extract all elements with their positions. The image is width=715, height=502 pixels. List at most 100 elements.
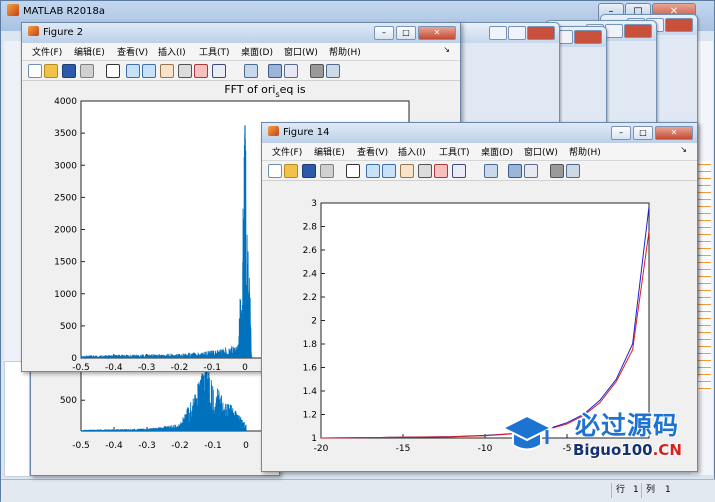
main-title: MATLAB R2018a xyxy=(23,6,106,17)
figure-2-title-bar[interactable]: Figure 2 – □ ✕ xyxy=(22,23,460,43)
fig14-ytick-label: 2.6 xyxy=(303,246,318,256)
zoom-in-icon[interactable] xyxy=(366,164,380,178)
minimize-button[interactable]: – xyxy=(374,26,394,40)
brush-icon[interactable] xyxy=(452,164,466,178)
fig2-title-main: FFT of ori xyxy=(224,83,275,96)
fig14-ytick-label: 1.4 xyxy=(303,387,318,397)
back-xtick-label: -0.5 xyxy=(72,441,90,451)
menu-item-1[interactable]: 编辑(E) xyxy=(74,45,105,58)
fig2-ytick-label: 3500 xyxy=(54,129,77,139)
figure-14-title: Figure 14 xyxy=(283,127,330,138)
menu-item-2[interactable]: 查看(V) xyxy=(357,145,388,158)
menu-item-1[interactable]: 编辑(E) xyxy=(314,145,345,158)
fig2-ytick-label: 3000 xyxy=(54,161,77,171)
fig14-ytick-label: 3 xyxy=(311,199,317,209)
fig14-xtick-label: -10 xyxy=(478,444,493,454)
menu-item-3[interactable]: 插入(I) xyxy=(158,45,186,58)
show-tools-icon[interactable] xyxy=(566,164,580,178)
fig2-ytick-label: 1500 xyxy=(54,258,77,268)
hide-tools-icon[interactable] xyxy=(310,64,324,78)
menu-item-2[interactable]: 查看(V) xyxy=(117,45,148,58)
figure-icon xyxy=(268,126,279,136)
menu-item-0[interactable]: 文件(F) xyxy=(32,45,62,58)
data-cursor-icon[interactable] xyxy=(434,164,448,178)
fig14-ytick-label: 2.2 xyxy=(303,293,317,303)
fig2-xtick-label: -0.4 xyxy=(105,363,123,371)
legend-icon[interactable] xyxy=(524,164,538,178)
zoom-out-icon[interactable] xyxy=(142,64,156,78)
watermark-en-tail: .CN xyxy=(652,441,682,459)
show-tools-icon[interactable] xyxy=(326,64,340,78)
fig2-xtick-label: -0.5 xyxy=(72,363,90,371)
link-plot-icon[interactable] xyxy=(484,164,498,178)
menubar-dock-icon[interactable]: ↘ xyxy=(443,45,450,54)
fig14-ytick-label: 2 xyxy=(311,317,317,327)
menu-item-7[interactable]: 帮助(H) xyxy=(329,45,361,58)
legend-icon[interactable] xyxy=(284,64,298,78)
save-icon[interactable] xyxy=(62,64,76,78)
figure-2-menubar: 文件(F) 编辑(E) 查看(V) 插入(I) 工具(T) 桌面(D) 窗口(W) 帮助(H)… xyxy=(22,43,460,61)
new-figure-icon[interactable] xyxy=(28,64,42,78)
watermark: 必过源码 Biguo100.CN xyxy=(495,402,700,468)
close-button[interactable]: ✕ xyxy=(655,126,693,140)
back-axes-bg xyxy=(81,369,281,431)
select-arrow-icon[interactable] xyxy=(346,164,360,178)
fig2-title: FFT of oriseq is xyxy=(224,83,306,99)
watermark-en-main: Biguo100 xyxy=(573,441,653,459)
figure-window-back[interactable]: 500 -0.5 -0.4 -0.3 -0.2 -0.1 0 xyxy=(30,368,281,476)
fig2-xtick-label: -0.1 xyxy=(203,363,221,371)
figure-14-title-bar[interactable]: Figure 14 – □ ✕ xyxy=(262,123,697,143)
minimize-button[interactable]: – xyxy=(611,126,631,140)
menu-item-7[interactable]: 帮助(H) xyxy=(569,145,601,158)
maximize-button[interactable]: □ xyxy=(396,26,416,40)
print-icon[interactable] xyxy=(320,164,334,178)
select-arrow-icon[interactable] xyxy=(106,64,120,78)
pan-hand-icon[interactable] xyxy=(160,64,174,78)
rotate-icon[interactable] xyxy=(178,64,192,78)
row-value: 1 xyxy=(633,485,639,495)
menubar-dock-icon[interactable]: ↘ xyxy=(680,145,687,154)
menu-item-6[interactable]: 窗口(W) xyxy=(284,45,318,58)
figure-icon xyxy=(28,26,39,36)
new-figure-icon[interactable] xyxy=(268,164,282,178)
menu-item-4[interactable]: 工具(T) xyxy=(439,145,470,158)
save-icon[interactable] xyxy=(302,164,316,178)
matlab-logo-icon xyxy=(7,4,19,16)
colorbar-icon[interactable] xyxy=(268,64,282,78)
menu-item-5[interactable]: 桌面(D) xyxy=(241,45,273,58)
open-icon[interactable] xyxy=(284,164,298,178)
main-title-bar: MATLAB R2018a xyxy=(5,1,105,23)
link-plot-icon[interactable] xyxy=(244,64,258,78)
fig14-ytick-label: 2.4 xyxy=(303,270,318,280)
zoom-in-icon[interactable] xyxy=(126,64,140,78)
data-cursor-icon[interactable] xyxy=(194,64,208,78)
fig14-ytick-label: 1 xyxy=(311,434,317,444)
back-xtick-label: -0.3 xyxy=(138,441,156,451)
menu-item-5[interactable]: 桌面(D) xyxy=(481,145,513,158)
maximize-button[interactable]: □ xyxy=(633,126,653,140)
fig2-ytick-label: 4000 xyxy=(54,97,77,107)
menu-item-4[interactable]: 工具(T) xyxy=(199,45,230,58)
rotate-icon[interactable] xyxy=(418,164,432,178)
brush-icon[interactable] xyxy=(212,64,226,78)
menu-item-3[interactable]: 插入(I) xyxy=(398,145,426,158)
zoom-out-icon[interactable] xyxy=(382,164,396,178)
fig14-xtick-label: -15 xyxy=(396,444,411,454)
print-icon[interactable] xyxy=(80,64,94,78)
open-icon[interactable] xyxy=(44,64,58,78)
menu-item-0[interactable]: 文件(F) xyxy=(272,145,302,158)
hide-tools-icon[interactable] xyxy=(550,164,564,178)
fig2-title-tail: eq is xyxy=(280,83,306,96)
back-xtick-label: -0.4 xyxy=(105,441,123,451)
colorbar-icon[interactable] xyxy=(508,164,522,178)
close-button[interactable]: ✕ xyxy=(418,26,456,40)
fig2-xtick-label: 0 xyxy=(242,363,248,371)
menu-item-6[interactable]: 窗口(W) xyxy=(524,145,558,158)
fig2-ytick-label: 2500 xyxy=(54,193,77,203)
figure-2-title: Figure 2 xyxy=(43,27,84,38)
pan-hand-icon[interactable] xyxy=(400,164,414,178)
figure-14-toolbar xyxy=(262,161,697,181)
fig2-xtick-label: -0.2 xyxy=(171,363,189,371)
workspace-strip xyxy=(697,161,711,391)
fig2-xtick-label: -0.3 xyxy=(138,363,156,371)
